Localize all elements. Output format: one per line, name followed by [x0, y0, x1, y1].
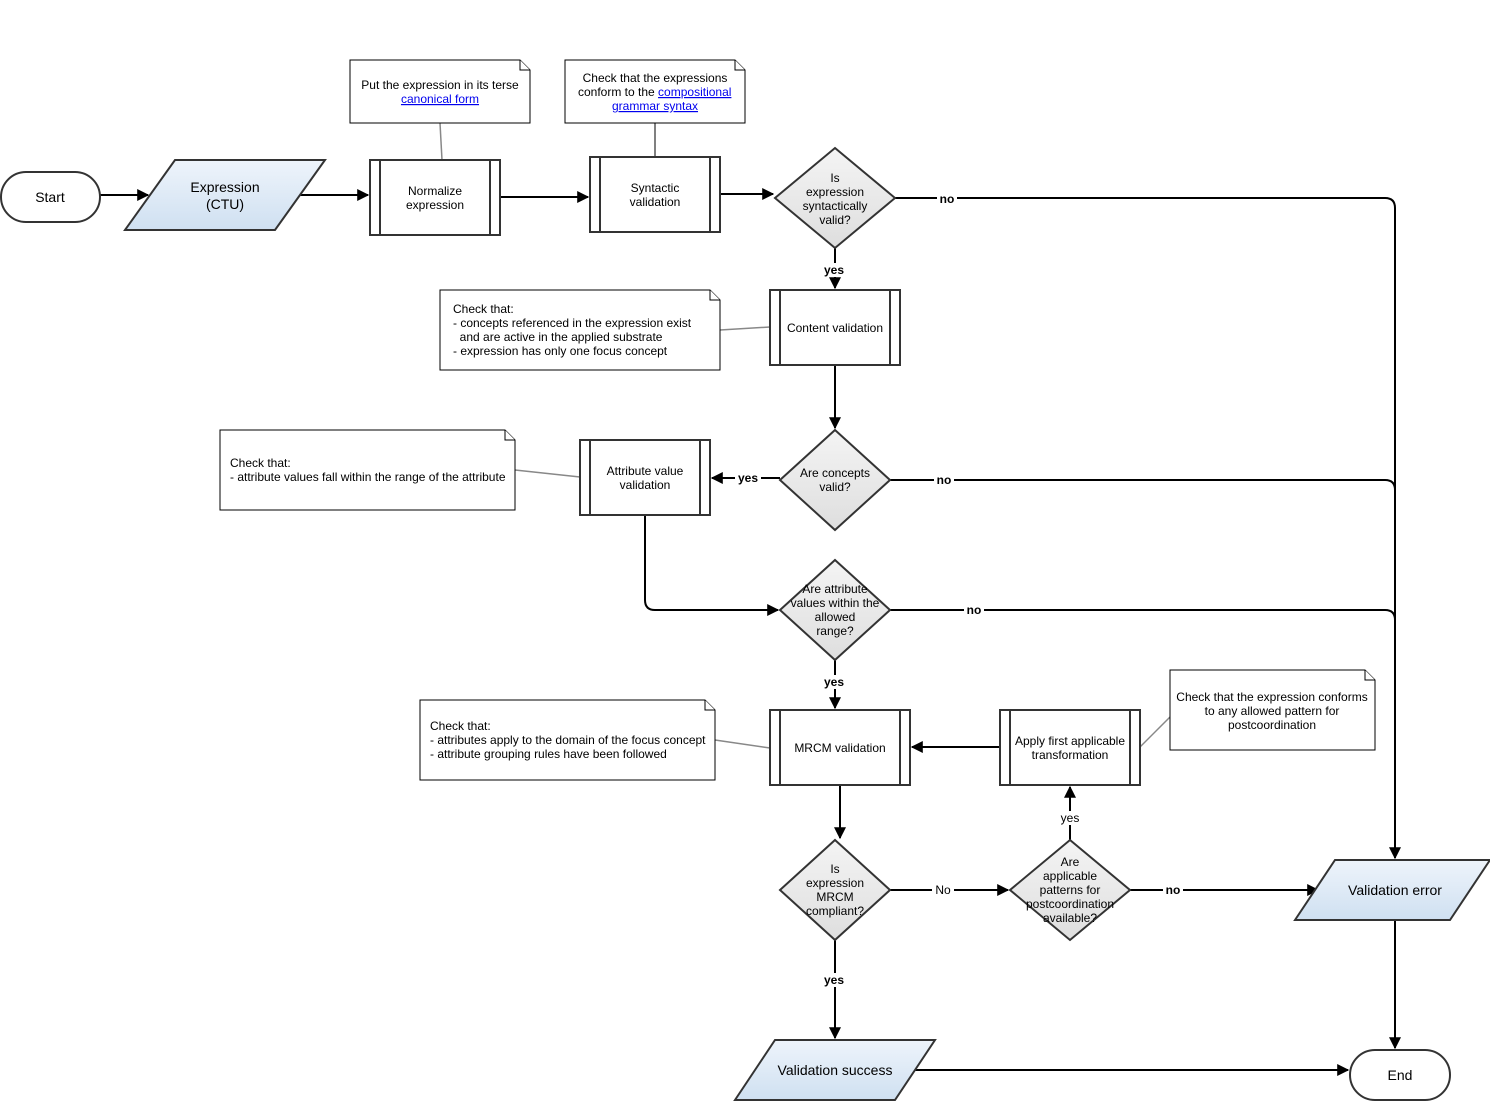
svg-text:Start: Start — [35, 189, 65, 205]
note-pattern: Check that the expression conforms to any… — [1169, 669, 1376, 751]
label-yes: yes — [1061, 811, 1080, 825]
end-node: End — [1349, 1049, 1451, 1101]
label-yes: yes — [824, 973, 844, 987]
patterns-available-decision: Are applicable patterns for postcoordinatio… — [1008, 838, 1132, 942]
validation-flowchart: no yes yes no no yes No yes no yes Start… — [0, 59, 1490, 1101]
svg-text:Normalizeexpression: Normalize expression — [406, 184, 464, 212]
svg-text:Validation error: Validation error — [1348, 882, 1442, 898]
label-yes: yes — [824, 263, 844, 277]
svg-text:Check that the expressions: Check that the expressions — [583, 71, 728, 85]
normalize-process: Normalize expression — [369, 159, 501, 236]
compositional-grammar-link[interactable]: grammar syntax — [612, 99, 698, 113]
label-no: No — [935, 883, 951, 897]
compositional-grammar-link[interactable]: compositional — [658, 85, 731, 99]
canonical-form-link[interactable]: canonical form — [401, 92, 479, 106]
edge-concepts-no — [890, 479, 1396, 600]
svg-text:conform to the compositional: conform to the compositional — [578, 85, 731, 99]
start-node: Start — [0, 171, 101, 223]
note-connector — [1139, 716, 1171, 748]
svg-text:Validation success: Validation success — [778, 1062, 893, 1078]
attribute-validation-process: Attribute value validation — [579, 439, 711, 516]
label-no: no — [967, 603, 982, 617]
note-connector — [714, 739, 771, 749]
mrcm-compliant-decision: Is expression MRCM compliant? — [778, 838, 892, 942]
content-validation-process: Content validation — [769, 289, 901, 366]
validation-error-output: Validation error — [1293, 859, 1490, 921]
note-connector — [514, 469, 581, 478]
note-syntactic: Check that the expressions conform to th… — [564, 59, 746, 124]
edge-syntax-no — [895, 197, 1401, 860]
label-no: no — [937, 473, 952, 487]
mrcm-validation-process: MRCM validation — [769, 709, 911, 786]
note-content: Check that: - concepts referenced in the … — [439, 289, 721, 371]
note-mrcm: Check that: - attributes apply to the dom… — [419, 699, 716, 781]
syntactic-validation-process: Syntactic validation — [589, 156, 721, 233]
label-no: no — [1166, 883, 1181, 897]
svg-text:Content validation: Content validation — [787, 321, 883, 335]
svg-text:Put the expression in its ters: Put the expression in its terse — [361, 78, 519, 92]
expression-input: Expression (CTU) — [123, 159, 327, 231]
edges — [100, 122, 1401, 1076]
note-normalize: Put the expression in its terse canonica… — [349, 59, 531, 124]
label-no: no — [940, 192, 955, 206]
apply-transformation-process: Apply first applicable transformation — [999, 709, 1141, 786]
note-attribute: Check that: - attribute values fall withi… — [219, 429, 516, 511]
label-yes: yes — [824, 675, 844, 689]
validation-success-output: Validation success — [733, 1039, 937, 1101]
edge-attribute-decision — [644, 515, 780, 616]
svg-text:MRCM validation: MRCM validation — [794, 741, 885, 755]
note-connector — [719, 326, 771, 331]
syntax-valid-decision: Is expression syntactically valid? — [773, 146, 897, 250]
range-decision: Are attribute values within the allowed ran… — [778, 558, 892, 662]
svg-text:End: End — [1388, 1067, 1413, 1083]
label-yes: yes — [738, 471, 758, 485]
note-connector — [439, 122, 443, 161]
concepts-valid-decision: Are concepts valid? — [778, 428, 892, 532]
svg-text:Syntacticvalidation: Syntactic validation — [630, 181, 681, 209]
